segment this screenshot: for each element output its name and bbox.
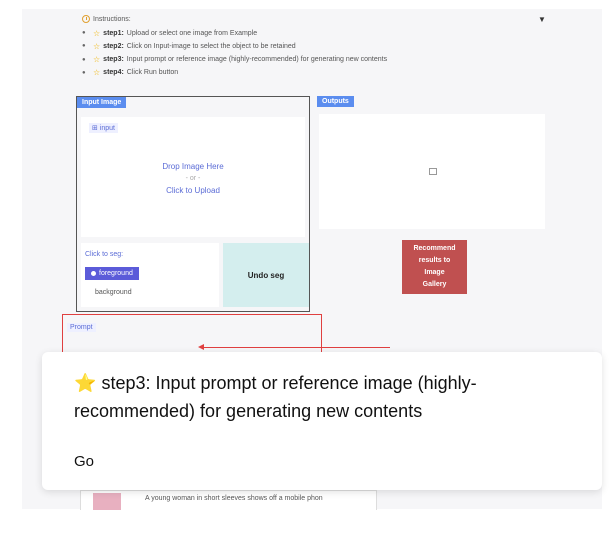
step-item: ● ☆ step4: Click Run button [82, 68, 179, 78]
pointer-arrow-line [200, 347, 390, 348]
step-item: ● ☆ step2: Click on Input-image to selec… [82, 41, 296, 51]
drop-image-text: Drop Image Here [162, 162, 224, 171]
outputs-tag: Outputs [317, 96, 354, 107]
star-icon: ⭐ [74, 373, 97, 393]
input-chip: ⊞ input [89, 123, 118, 133]
bullet-icon: ● [82, 56, 86, 63]
instructions-accordion[interactable]: Instructions: ● ☆ step1: Upload or selec… [82, 15, 562, 81]
outputs-panel: Outputs [317, 96, 546, 229]
seg-label: Click to seg: [85, 251, 124, 258]
gallery-row[interactable]: A young woman in short sleeves shows off… [80, 490, 377, 510]
foreground-radio[interactable]: foreground [85, 267, 139, 280]
image-upload-dropzone[interactable]: ⊞ input Drop Image Here - or - Click to … [81, 117, 305, 237]
bullet-icon: ● [82, 30, 86, 36]
tooltip-title: step3: Input prompt or reference image (… [74, 373, 477, 421]
click-to-upload-text: Click to Upload [166, 186, 220, 195]
instructions-title: Instructions: [93, 15, 131, 23]
gallery-thumbnail[interactable] [93, 493, 121, 510]
image-placeholder-icon [429, 168, 437, 175]
prompt-tag: Prompt [67, 323, 96, 332]
star-icon: ☆ [93, 55, 101, 65]
step-item: ● ☆ step3: Input prompt or reference ima… [82, 55, 388, 65]
bullet-icon: ● [82, 43, 86, 50]
output-image-area [319, 114, 545, 229]
clock-icon [82, 15, 90, 23]
input-image-panel: Input Image ⊞ input Drop Image Here - or… [76, 96, 310, 312]
undo-seg-button[interactable]: Undo seg [223, 243, 309, 307]
star-icon: ☆ [93, 68, 101, 78]
bullet-icon: ● [82, 69, 86, 76]
collapse-caret-icon[interactable]: ▼ [538, 15, 546, 24]
drop-or-text: - or - [185, 175, 201, 182]
pointer-arrow-icon [198, 344, 204, 350]
tour-tooltip: ⭐ step3: Input prompt or reference image… [42, 352, 602, 490]
star-icon: ☆ [93, 41, 101, 51]
radio-selected-icon [91, 271, 96, 276]
recommend-to-gallery-button[interactable]: Recommend results to Image Gallery [402, 240, 467, 294]
go-button[interactable]: Go [74, 453, 94, 470]
seg-options: Click to seg: foreground background [81, 243, 219, 307]
gallery-caption: A young woman in short sleeves shows off… [145, 495, 323, 502]
step-item: ● ☆ step1: Upload or select one image fr… [82, 28, 258, 38]
background-radio[interactable]: background [95, 289, 132, 296]
input-image-tag: Input Image [77, 97, 127, 108]
prompt-panel-highlight: Prompt [62, 314, 322, 356]
star-icon: ☆ [93, 28, 101, 38]
